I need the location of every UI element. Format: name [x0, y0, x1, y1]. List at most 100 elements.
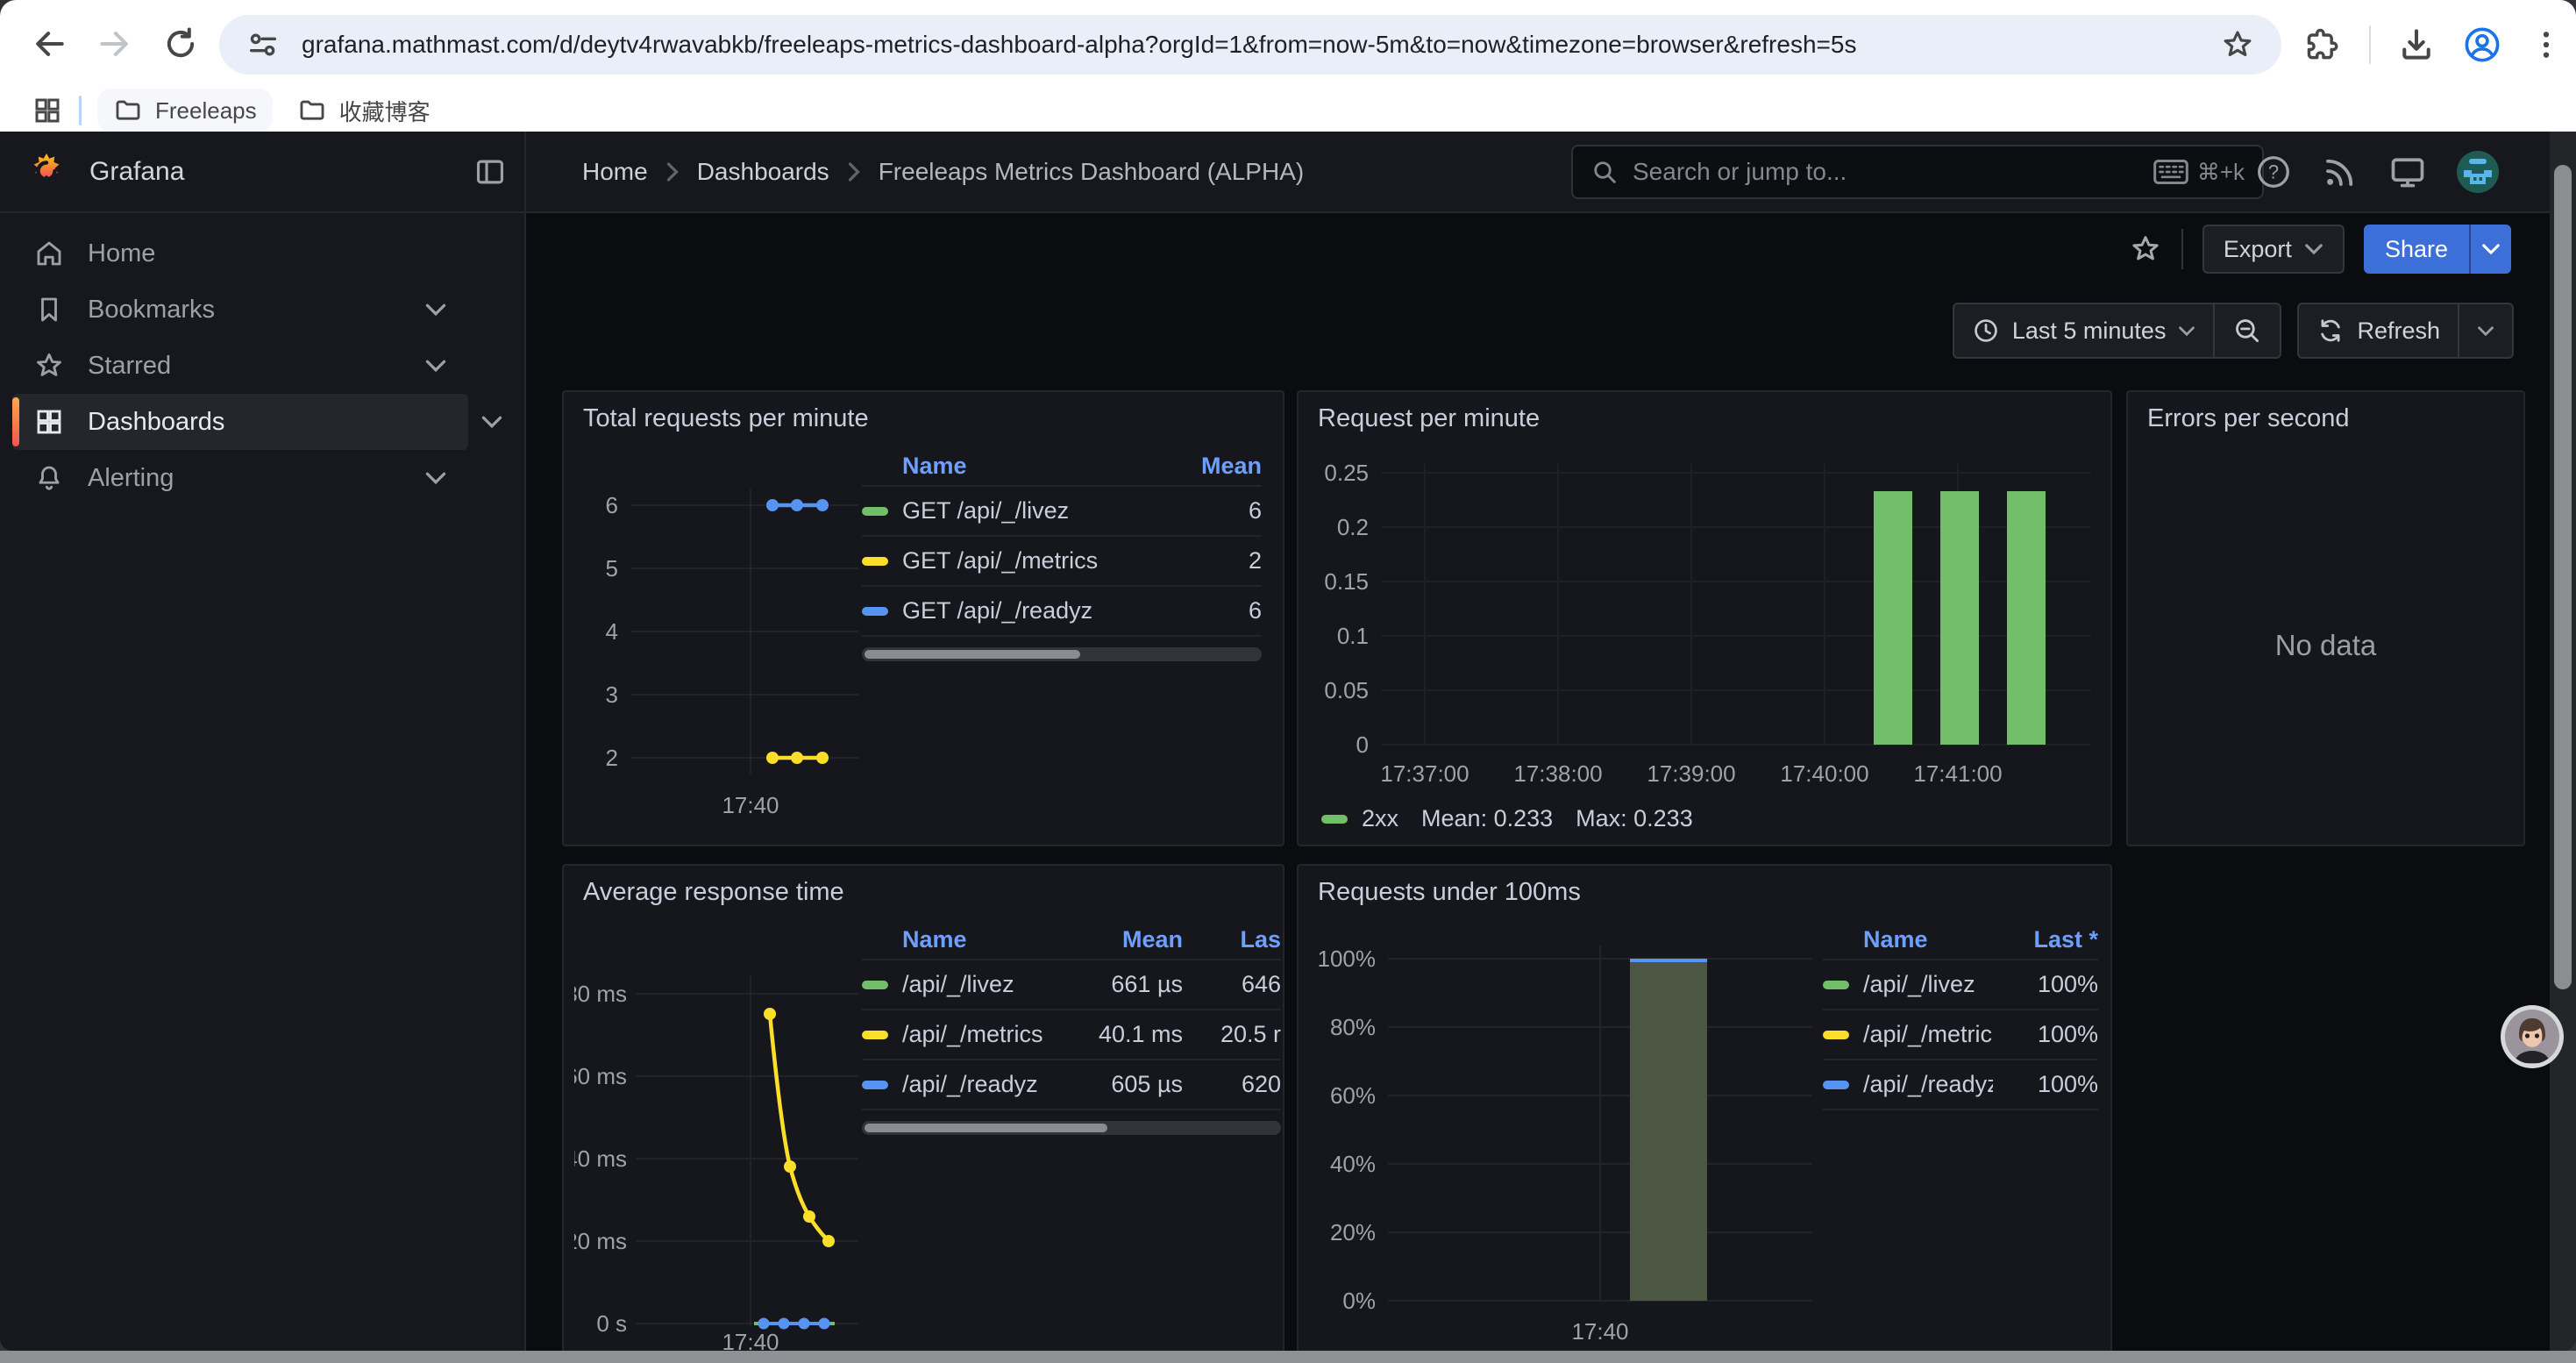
legend-header-name[interactable]: Name — [862, 453, 1165, 480]
legend-row[interactable]: /api/_/livez 661 µs 646 — [862, 960, 1281, 1010]
legend-header-mean[interactable]: Mean — [1051, 926, 1183, 953]
time-range-label: Last 5 minutes — [2012, 318, 2167, 345]
legend-row[interactable]: /api/_/readyz 100% — [1823, 1060, 2098, 1110]
user-avatar[interactable] — [2457, 151, 2499, 193]
series-last: 100% — [1993, 1021, 2098, 1048]
svg-text:0: 0 — [1356, 731, 1369, 758]
favorite-star-icon[interactable] — [2129, 232, 2162, 266]
dashboards-grid-icon — [33, 406, 65, 438]
chevron-down-icon[interactable] — [424, 471, 447, 485]
grafana-logo[interactable] — [26, 152, 67, 192]
floating-assistant-avatar[interactable] — [2501, 1005, 2564, 1068]
alerting-bell-icon — [33, 462, 65, 494]
dock-sidebar-icon[interactable] — [473, 155, 507, 189]
dashboard-main: Export Share Last 5 minutes — [528, 213, 2550, 1351]
series-mean: 40.1 ms — [1051, 1021, 1183, 1048]
series-last: 620 — [1183, 1071, 1281, 1098]
legend-row[interactable]: GET /api/_/livez 6 — [862, 487, 1262, 537]
legend-row[interactable]: /api/_/readyz 605 µs 620 — [862, 1060, 1281, 1110]
monitor-icon[interactable] — [2388, 153, 2427, 191]
chevron-down-icon[interactable] — [424, 303, 447, 317]
series-color-swatch[interactable] — [862, 507, 888, 516]
bookmark-star-icon[interactable] — [2220, 27, 2255, 62]
sidebar-item-bookmarks[interactable]: Bookmarks — [12, 282, 468, 338]
refresh-label: Refresh — [2357, 318, 2440, 345]
news-rss-icon[interactable] — [2322, 153, 2359, 190]
legend-row[interactable]: GET /api/_/readyz 6 — [862, 587, 1262, 637]
svg-text:0.15: 0.15 — [1324, 568, 1369, 595]
site-settings-icon[interactable] — [246, 27, 281, 62]
legend-header-last[interactable]: Last * — [1993, 926, 2098, 953]
series-color-swatch[interactable] — [862, 1031, 888, 1039]
time-range-picker[interactable]: Last 5 minutes — [1954, 304, 2214, 357]
folder-icon — [297, 96, 327, 125]
gridlines — [630, 489, 858, 774]
legend-row[interactable]: GET /api/_/metrics 2 — [862, 537, 1262, 587]
bookmark-folder-blogs[interactable]: 收藏博客 — [281, 88, 446, 134]
share-menu-button[interactable] — [2469, 225, 2511, 274]
breadcrumb-dashboards[interactable]: Dashboards — [697, 158, 829, 186]
extensions-icon[interactable] — [2304, 25, 2343, 64]
sidebar-item-home[interactable]: Home — [12, 225, 468, 282]
legend-row[interactable]: /api/_/livez 100% — [1823, 960, 2098, 1010]
legend-scrollbar-thumb[interactable] — [865, 650, 1080, 659]
panel-title[interactable]: Request per minute — [1318, 404, 1540, 433]
sidebar-item-starred[interactable]: Starred — [12, 338, 468, 394]
legend-scrollbar[interactable] — [862, 647, 1262, 661]
panel-title[interactable]: Total requests per minute — [583, 404, 869, 433]
series-color-swatch[interactable] — [1823, 1031, 1849, 1039]
legend-header-name[interactable]: Name — [862, 926, 1051, 953]
reload-button[interactable] — [156, 19, 205, 68]
x-axis-label: 17:40 — [722, 1329, 779, 1351]
url-bar[interactable]: grafana.mathmast.com/d/deytv4rwavabkb/fr… — [219, 15, 2281, 75]
export-button[interactable]: Export — [2202, 225, 2345, 274]
download-icon[interactable] — [2397, 25, 2436, 64]
legend-table: Name Mean Las /api/_/livez 661 µs 646 /a… — [862, 920, 1281, 1135]
browser-menu-icon[interactable] — [2529, 27, 2564, 62]
series-color-swatch[interactable] — [862, 557, 888, 566]
apps-grid-icon[interactable] — [32, 95, 63, 126]
panel-errors-per-second: Errors per second No data — [2126, 390, 2525, 846]
svg-text:40%: 40% — [1330, 1151, 1376, 1177]
zoom-out-button[interactable] — [2213, 304, 2280, 357]
breadcrumb-home[interactable]: Home — [582, 158, 648, 186]
series-color-swatch[interactable] — [862, 607, 888, 616]
search-shortcut: ⌘+k — [2153, 159, 2245, 186]
bookmark-folder-freeleaps[interactable]: Freeleaps — [97, 89, 273, 132]
sidebar-item-alerting[interactable]: Alerting — [12, 450, 468, 506]
share-button[interactable]: Share — [2364, 225, 2469, 274]
series-color-swatch[interactable] — [862, 1081, 888, 1089]
legend-row[interactable]: /api/_/metrics 40.1 ms 20.5 r — [862, 1010, 1281, 1060]
legend-scrollbar-thumb[interactable] — [865, 1124, 1107, 1132]
url-text[interactable]: grafana.mathmast.com/d/deytv4rwavabkb/fr… — [302, 31, 2220, 59]
panel-title[interactable]: Average response time — [583, 878, 844, 907]
help-icon[interactable]: ? — [2255, 153, 2292, 190]
series-color-swatch[interactable] — [1823, 981, 1849, 989]
legend-header-last[interactable]: Las — [1183, 926, 1281, 953]
profile-icon[interactable] — [2462, 25, 2502, 65]
forward-button[interactable] — [90, 19, 139, 68]
back-button[interactable] — [25, 19, 74, 68]
page-scrollbar-thumb[interactable] — [2554, 165, 2572, 989]
legend-header-name[interactable]: Name — [1823, 926, 1993, 953]
refresh-interval-button[interactable] — [2458, 304, 2512, 357]
avg-response-time-chart: 80 ms 60 ms 40 ms 20 ms 0 s — [574, 915, 864, 1351]
search-placeholder: Search or jump to... — [1633, 158, 2153, 186]
series-color-swatch[interactable] — [1823, 1081, 1849, 1089]
toolbar-divider — [2369, 25, 2371, 64]
share-split-button: Share — [2364, 225, 2511, 274]
legend-row[interactable]: /api/_/metrics 100% — [1823, 1010, 2098, 1060]
chevron-down-icon[interactable] — [480, 415, 503, 429]
legend-item-2xx[interactable]: 2xx — [1321, 805, 1398, 832]
search-input[interactable]: Search or jump to... ⌘+k — [1571, 145, 2264, 199]
chevron-down-icon[interactable] — [424, 359, 447, 373]
panel-title[interactable]: Requests under 100ms — [1318, 878, 1581, 907]
series-color-swatch[interactable] — [862, 981, 888, 989]
series-name: GET /api/_/readyz — [902, 597, 1092, 624]
legend-scrollbar[interactable] — [862, 1121, 1281, 1135]
legend-header-mean[interactable]: Mean — [1165, 453, 1262, 480]
panel-title[interactable]: Errors per second — [2147, 404, 2350, 433]
refresh-button[interactable]: Refresh — [2299, 304, 2458, 357]
sidebar-item-dashboards[interactable]: Dashboards — [12, 394, 468, 450]
page-scrollbar[interactable] — [2550, 132, 2576, 1351]
